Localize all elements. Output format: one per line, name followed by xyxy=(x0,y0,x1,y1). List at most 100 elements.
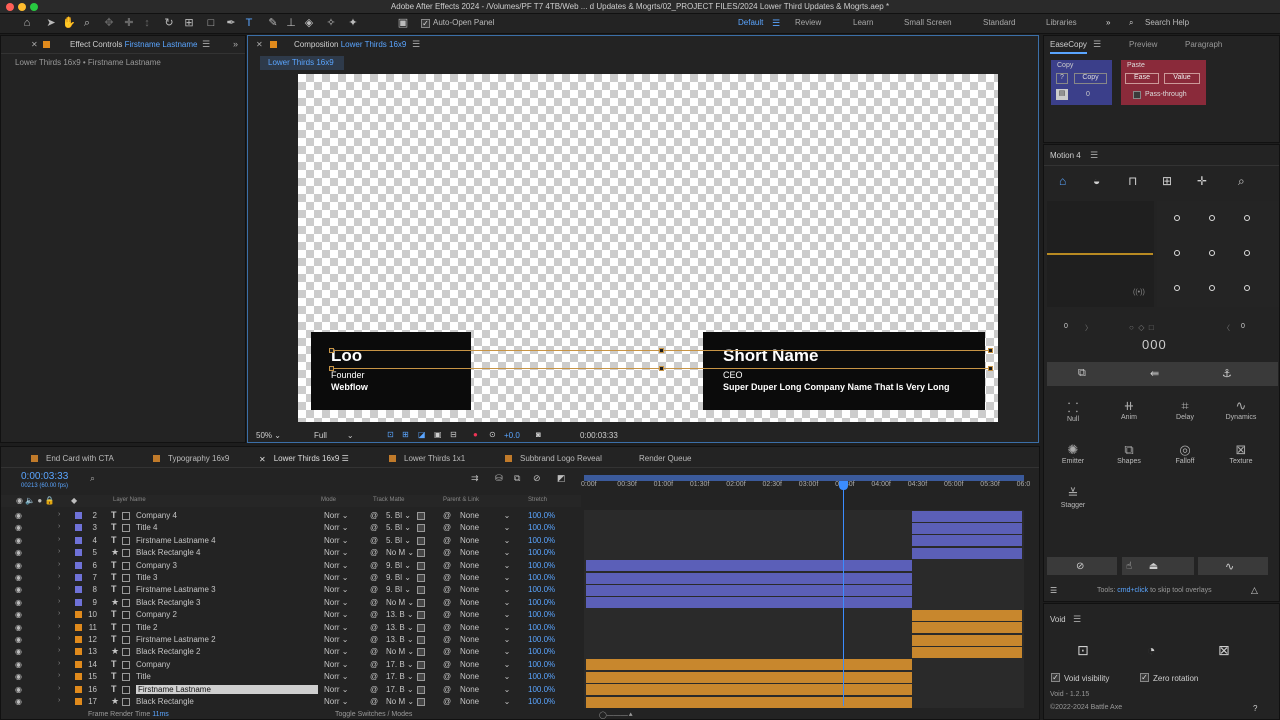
matte-alpha-icon[interactable] xyxy=(417,586,425,595)
expand-arrow-icon[interactable]: › xyxy=(58,548,60,555)
minimize-window-button[interactable] xyxy=(18,3,26,11)
exposure-reset-icon[interactable]: ⊙ xyxy=(489,430,496,439)
parent-dropdown[interactable]: None ⌄ xyxy=(460,573,510,582)
workspace-libraries[interactable]: Libraries xyxy=(1046,18,1077,27)
guides-icon[interactable]: ▣ xyxy=(434,430,442,439)
parent-dropdown[interactable]: None ⌄ xyxy=(460,561,510,570)
visibility-eye-icon[interactable]: ◉ xyxy=(15,647,22,656)
layer-name[interactable]: Black Rectangle 3 xyxy=(136,598,200,607)
dolly-tool-icon[interactable]: ↕ xyxy=(140,16,154,30)
track-matte-dropdown[interactable]: 13. B ⌄ xyxy=(386,610,414,619)
close-window-button[interactable] xyxy=(6,3,14,11)
workspace-learn[interactable]: Learn xyxy=(853,18,873,27)
layer-row[interactable]: ◉ › 12 T Firstname Lastname 2 Norr ⌄ @13. B ⌄ @… xyxy=(1,634,571,646)
layer-name[interactable]: Black Rectangle 4 xyxy=(136,548,200,557)
layer-name[interactable]: Black Rectangle 2 xyxy=(136,647,200,656)
timeline-scrollbar[interactable] xyxy=(1024,497,1038,707)
layer-duration-bar[interactable] xyxy=(912,535,1022,547)
matte-alpha-icon[interactable] xyxy=(417,536,425,545)
search-help-input[interactable]: Search Help xyxy=(1145,18,1189,27)
comp-tab[interactable]: ✕ Lower Thirds 16x9 ☰ xyxy=(259,454,349,464)
expand-arrow-icon[interactable]: › xyxy=(58,523,60,530)
orbit-tool-icon[interactable]: ✥ xyxy=(102,16,116,30)
matte-alpha-icon[interactable] xyxy=(417,673,425,682)
label-color-swatch[interactable] xyxy=(75,611,82,619)
matte-alpha-icon[interactable] xyxy=(417,598,425,607)
rotate-tool-icon[interactable]: ↻ xyxy=(162,16,176,30)
matte-pickwhip-icon[interactable]: @ xyxy=(370,523,378,532)
paste-value-button[interactable]: Value xyxy=(1164,73,1200,84)
visibility-eye-icon[interactable]: ◉ xyxy=(15,536,22,545)
motion-tool-falloff[interactable]: ◎ Falloff xyxy=(1160,437,1210,475)
parent-dropdown[interactable]: None ⌄ xyxy=(460,610,510,619)
matte-pickwhip-icon[interactable]: @ xyxy=(370,610,378,619)
layer-name[interactable]: Title 2 xyxy=(136,623,158,632)
layer-name[interactable]: Company 3 xyxy=(136,561,177,570)
layer-row[interactable]: ◉ › 7 T Title 3 Norr ⌄ @9. Bl ⌄ @ None ⌄ 100.0% xyxy=(1,572,571,584)
ease-in-value[interactable]: 0 xyxy=(1064,323,1068,330)
visibility-eye-icon[interactable]: ◉ xyxy=(15,623,22,632)
eraser-tool-icon[interactable]: ◈ xyxy=(302,16,316,30)
expand-arrow-icon[interactable]: › xyxy=(58,623,60,630)
visibility-eye-icon[interactable]: ◉ xyxy=(15,511,22,520)
layer-duration-bar[interactable] xyxy=(586,572,912,584)
parent-dropdown[interactable]: None ⌄ xyxy=(460,635,510,644)
shy-layers-icon[interactable]: ⧉ xyxy=(514,473,520,484)
matte-alpha-icon[interactable] xyxy=(417,636,425,644)
expand-arrow-icon[interactable]: › xyxy=(58,685,60,692)
matte-alpha-icon[interactable] xyxy=(417,524,425,533)
bounds-handle[interactable] xyxy=(988,366,993,371)
matte-pickwhip-icon[interactable]: @ xyxy=(370,697,378,706)
matte-pickwhip-icon[interactable]: @ xyxy=(370,647,378,656)
blend-mode-dropdown[interactable]: Norr ⌄ xyxy=(324,523,349,532)
anchor-point[interactable] xyxy=(1174,215,1180,221)
void-help-icon[interactable]: ? xyxy=(1253,704,1257,713)
parent-pickwhip-icon[interactable]: @ xyxy=(443,660,451,669)
right-lower-third-card[interactable] xyxy=(703,332,985,410)
layer-row[interactable]: ◉ › 16 T Firstname Lastname Norr ⌄ @17. B ⌄ @ No… xyxy=(1,684,571,696)
expand-arrow-icon[interactable]: › xyxy=(58,585,60,592)
expand-arrow-icon[interactable]: › xyxy=(58,647,60,654)
help-button[interactable]: ? xyxy=(1056,73,1068,84)
workspace-menu-icon[interactable]: ☰ xyxy=(772,18,780,29)
layer-duration-bar[interactable] xyxy=(912,634,1022,646)
motion-tool-delay[interactable]: ⌗ Delay xyxy=(1160,393,1210,431)
parent-pickwhip-icon[interactable]: @ xyxy=(443,548,451,557)
layer-duration-bar[interactable] xyxy=(586,684,912,696)
expand-arrow-icon[interactable]: › xyxy=(58,598,60,605)
workspace-review[interactable]: Review xyxy=(795,18,821,27)
ease-out-arrow-icon[interactable]: 〈 xyxy=(1223,323,1230,333)
track-matte-dropdown[interactable]: No M ⌄ xyxy=(386,697,414,706)
void-null-icon[interactable]: ⊡ xyxy=(1077,642,1089,659)
comp-timecode[interactable]: 0:00:03:33 xyxy=(580,431,618,440)
label-color-swatch[interactable] xyxy=(75,524,82,532)
matte-alpha-icon[interactable] xyxy=(417,648,425,657)
motion-align-icon[interactable]: ⊓ xyxy=(1128,174,1137,188)
visibility-eye-icon[interactable]: ◉ xyxy=(15,635,22,644)
matte-alpha-icon[interactable] xyxy=(417,660,425,669)
comp-tab[interactable]: Typography 16x9 xyxy=(153,454,229,463)
stretch-value[interactable]: 100.0% xyxy=(528,623,555,632)
copy-button[interactable]: Copy xyxy=(1074,73,1107,84)
parent-dropdown[interactable]: None ⌄ xyxy=(460,672,510,681)
parent-dropdown[interactable]: None ⌄ xyxy=(460,548,510,557)
workspace-default[interactable]: Default xyxy=(738,18,763,27)
paragraph-tab[interactable]: Paragraph xyxy=(1185,40,1222,49)
stretch-value[interactable]: 100.0% xyxy=(528,610,555,619)
void-center-icon[interactable]: ⊠ xyxy=(1218,642,1230,659)
parent-dropdown[interactable]: None ⌄ xyxy=(460,598,510,607)
layer-duration-bar[interactable] xyxy=(586,659,912,671)
ease-out-value[interactable]: 0 xyxy=(1241,323,1245,330)
preview-tab[interactable]: Preview xyxy=(1129,40,1157,49)
visibility-eye-icon[interactable]: ◉ xyxy=(15,523,22,532)
track-matte-dropdown[interactable]: 17. B ⌄ xyxy=(386,660,414,669)
layer-duration-bar[interactable] xyxy=(912,622,1022,634)
blend-mode-dropdown[interactable]: Norr ⌄ xyxy=(324,536,349,545)
parent-pickwhip-icon[interactable]: @ xyxy=(443,598,451,607)
void-rotate-icon[interactable]: ◔ xyxy=(1147,642,1155,658)
layer-name[interactable]: Firstname Lastname 3 xyxy=(136,585,216,594)
anchor-point[interactable] xyxy=(1174,285,1180,291)
stretch-value[interactable]: 100.0% xyxy=(528,548,555,557)
blend-mode-dropdown[interactable]: Norr ⌄ xyxy=(324,598,349,607)
more-workspaces-icon[interactable]: » xyxy=(1106,18,1110,27)
